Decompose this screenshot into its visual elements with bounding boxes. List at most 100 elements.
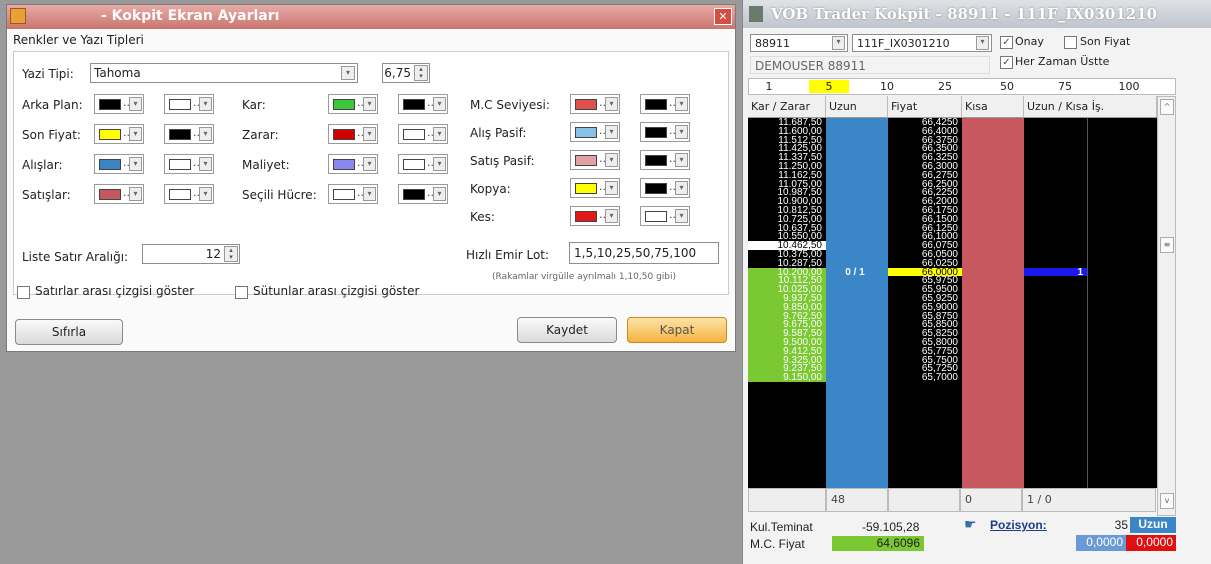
- chevron-down-icon[interactable]: ▾: [675, 125, 688, 139]
- chevron-down-icon[interactable]: ▾: [199, 97, 212, 111]
- chevron-down-icon[interactable]: ▾: [976, 36, 989, 50]
- position-cell[interactable]: 1: [1024, 267, 1087, 277]
- color-picker[interactable]: ...▾: [570, 94, 620, 114]
- position-cell[interactable]: [1024, 285, 1087, 294]
- uzun-cell[interactable]: [826, 171, 888, 180]
- color-picker[interactable]: ...▾: [164, 154, 214, 174]
- color-picker[interactable]: ...▾: [640, 206, 690, 226]
- position-cell[interactable]: [1024, 329, 1087, 338]
- uzun-column[interactable]: 0 / 1: [826, 118, 888, 488]
- lot-option[interactable]: 25: [925, 80, 965, 93]
- color-picker[interactable]: ...▾: [640, 122, 690, 142]
- uzun-cell[interactable]: [826, 303, 888, 312]
- position-cell[interactable]: [1024, 197, 1087, 206]
- chevron-down-icon[interactable]: ▾: [832, 36, 845, 50]
- spinner-icon[interactable]: ▴ ▾: [414, 65, 428, 81]
- color-picker[interactable]: ...▾: [164, 94, 214, 114]
- chevron-down-icon[interactable]: ▾: [363, 127, 376, 141]
- chevron-down-icon[interactable]: ▾: [199, 127, 212, 141]
- color-picker[interactable]: ...▾: [164, 184, 214, 204]
- rows-lines-checkbox[interactable]: [17, 286, 30, 299]
- lot-option[interactable]: 1: [749, 80, 789, 93]
- color-picker[interactable]: ...▾: [398, 94, 448, 114]
- uzun-cell[interactable]: [826, 188, 888, 197]
- color-picker[interactable]: ...▾: [640, 94, 690, 114]
- son-fiyat-checkbox[interactable]: [1064, 36, 1077, 49]
- uzun-cell[interactable]: [826, 241, 888, 250]
- position-cell[interactable]: [1024, 232, 1087, 241]
- chevron-down-icon[interactable]: ▾: [605, 97, 618, 111]
- uzun-cell[interactable]: [826, 136, 888, 145]
- color-picker[interactable]: ...▾: [570, 150, 620, 170]
- uzun-cell[interactable]: [826, 347, 888, 356]
- position-cell[interactable]: [1024, 118, 1087, 127]
- font-size-stepper[interactable]: 6,75 ▴ ▾: [382, 63, 430, 83]
- position-cell[interactable]: [1024, 356, 1087, 365]
- position-cell[interactable]: [1024, 294, 1087, 303]
- onay-checkbox[interactable]: ✓: [1000, 36, 1013, 49]
- color-picker[interactable]: ...▾: [640, 178, 690, 198]
- position-cell[interactable]: [1024, 347, 1087, 356]
- uzun-cell[interactable]: [826, 250, 888, 259]
- chevron-down-icon[interactable]: ▾: [433, 187, 446, 201]
- contract-select[interactable]: 111F_IX0301210 ▾: [852, 34, 992, 52]
- uzun-cell[interactable]: [826, 285, 888, 294]
- chevron-down-icon[interactable]: ▾: [129, 187, 142, 201]
- close-icon[interactable]: ✕: [714, 8, 732, 25]
- chevron-down-icon[interactable]: v: [1160, 493, 1174, 509]
- position-cell[interactable]: [1024, 364, 1087, 373]
- chevron-down-icon[interactable]: ▾: [675, 209, 688, 223]
- position-cell[interactable]: [1024, 162, 1087, 171]
- position-cell[interactable]: [1024, 303, 1087, 312]
- position-cell[interactable]: [1024, 215, 1087, 224]
- lot-option[interactable]: 50: [987, 80, 1027, 93]
- uzun-cell[interactable]: [826, 206, 888, 215]
- color-picker[interactable]: ...▾: [164, 124, 214, 144]
- chevron-down-icon[interactable]: ▾: [341, 66, 355, 80]
- position-cell[interactable]: [1024, 144, 1087, 153]
- price-cell[interactable]: 65,7000: [888, 373, 962, 383]
- uzun-cell[interactable]: [826, 232, 888, 241]
- position-cell[interactable]: [1024, 241, 1087, 250]
- position-cell[interactable]: [1024, 206, 1087, 215]
- pozisyon-link[interactable]: Pozisyon:: [990, 518, 1047, 532]
- chevron-down-icon[interactable]: ▾: [363, 187, 376, 201]
- position-cell[interactable]: [1024, 153, 1087, 162]
- chevron-up-icon[interactable]: ^: [1160, 99, 1174, 115]
- kisa-column[interactable]: [962, 118, 1024, 488]
- uzun-cell[interactable]: [826, 312, 888, 321]
- save-button[interactable]: Kaydet: [517, 317, 617, 343]
- uzun-cell[interactable]: [826, 373, 888, 382]
- lot-input[interactable]: 1,5,10,25,50,75,100: [569, 242, 719, 264]
- uzun-cell[interactable]: [826, 224, 888, 233]
- lot-option[interactable]: 75: [1045, 80, 1085, 93]
- color-picker[interactable]: ...▾: [94, 184, 144, 204]
- position-cell[interactable]: [1024, 338, 1087, 347]
- position-cell[interactable]: [1024, 171, 1087, 180]
- account-select[interactable]: 88911 ▾: [750, 34, 848, 52]
- chevron-down-icon[interactable]: ▾: [129, 127, 142, 141]
- uzun-cell[interactable]: [826, 294, 888, 303]
- uzun-cell[interactable]: [826, 364, 888, 373]
- position-cell[interactable]: [1024, 136, 1087, 145]
- uzun-cell[interactable]: [826, 215, 888, 224]
- spinner-icon[interactable]: ▴ ▾: [224, 246, 238, 262]
- uzun-cell[interactable]: 0 / 1: [826, 267, 888, 277]
- color-picker[interactable]: ...▾: [328, 154, 378, 174]
- position-cell[interactable]: [1024, 373, 1087, 382]
- chevron-down-icon[interactable]: ▾: [675, 97, 688, 111]
- column-header[interactable]: Uzun: [826, 96, 888, 118]
- row-spacing-stepper[interactable]: 12 ▴ ▾: [142, 244, 240, 264]
- close-button[interactable]: Kapat: [627, 317, 727, 343]
- chevron-down-icon[interactable]: ▾: [199, 157, 212, 171]
- reset-button[interactable]: Sıfırla: [15, 319, 123, 345]
- uzun-cell[interactable]: [826, 180, 888, 189]
- chevron-down-icon[interactable]: ▾: [129, 97, 142, 111]
- uzun-cell[interactable]: [826, 162, 888, 171]
- color-picker[interactable]: ...▾: [328, 124, 378, 144]
- color-picker[interactable]: ...▾: [640, 150, 690, 170]
- column-header[interactable]: Kısa: [962, 96, 1024, 118]
- lot-option[interactable]: 100: [1109, 80, 1149, 93]
- chevron-down-icon[interactable]: ▾: [129, 157, 142, 171]
- color-picker[interactable]: ...▾: [570, 178, 620, 198]
